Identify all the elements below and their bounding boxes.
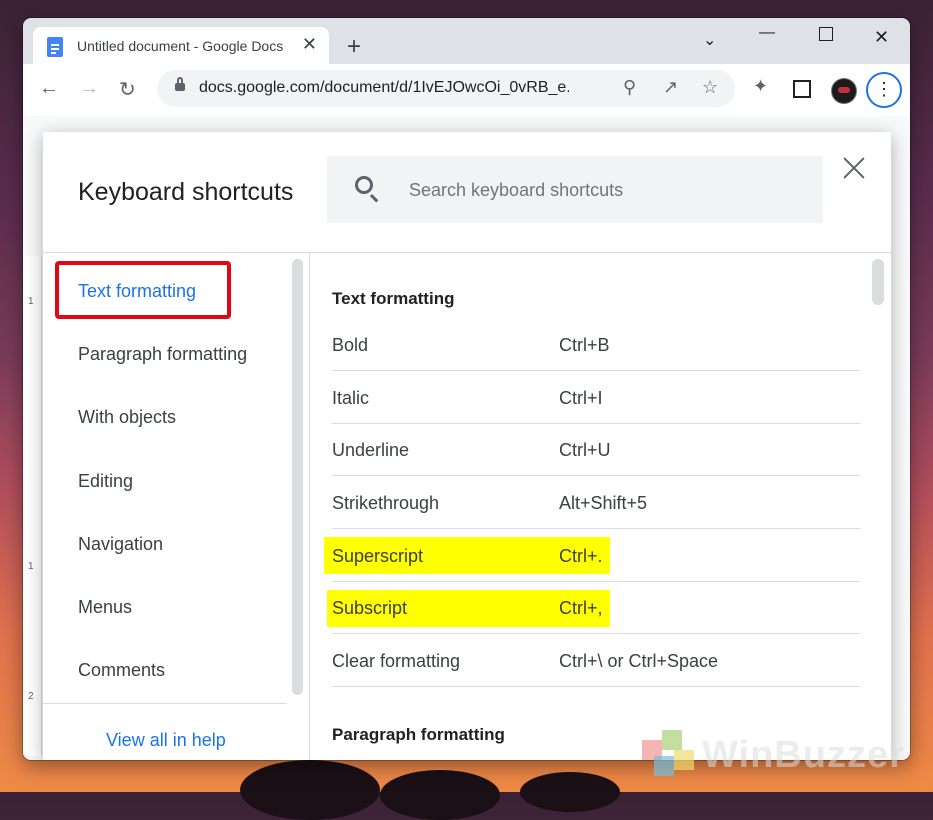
- vertical-ruler: 1 1 2: [23, 256, 42, 756]
- palm-silhouette: [520, 772, 620, 812]
- shortcut-name: Underline: [332, 440, 410, 460]
- shortcut-row: Superscript Ctrl+.: [332, 530, 860, 582]
- shortcut-name: Bold: [332, 335, 369, 355]
- close-tab-icon[interactable]: ✕: [302, 34, 317, 55]
- category-text-formatting[interactable]: Text formatting: [78, 281, 196, 302]
- shortcut-row: Underline Ctrl+U: [332, 424, 860, 476]
- ruler-mark: 1: [28, 561, 34, 572]
- url-text: docs.google.com/document/d/1IvEJOwcOi_0v…: [199, 79, 569, 96]
- logo-cube: [674, 750, 694, 770]
- shortcut-keys: Ctrl+.: [559, 546, 603, 566]
- tab-docs[interactable]: Untitled document - Google Docs ✕: [33, 27, 329, 64]
- new-tab-button[interactable]: +: [347, 35, 361, 59]
- google-docs-icon: [47, 37, 63, 57]
- logo-cube: [654, 756, 674, 776]
- category-paragraph-formatting[interactable]: Paragraph formatting: [78, 344, 247, 365]
- shortcut-name: Superscript: [332, 546, 424, 566]
- shortcut-name: Italic: [332, 388, 370, 408]
- search-input[interactable]: [407, 174, 811, 206]
- ruler-mark: 1: [28, 296, 34, 307]
- category-with-objects[interactable]: With objects: [78, 407, 176, 428]
- minimize-button[interactable]: —: [759, 24, 775, 42]
- lock-icon: [175, 77, 185, 91]
- shortcut-keys: Ctrl+\ or Ctrl+Space: [559, 651, 719, 671]
- logo-cube: [662, 730, 682, 750]
- share-icon[interactable]: ↗: [663, 77, 678, 98]
- address-bar[interactable]: docs.google.com/document/d/1IvEJOwcOi_0v…: [157, 70, 735, 107]
- reload-icon[interactable]: ↻: [119, 77, 136, 102]
- section-title: Text formatting: [332, 289, 455, 308]
- shortcut-row: Italic Ctrl+I: [332, 372, 860, 424]
- shortcut-keys: Ctrl+I: [559, 388, 603, 408]
- shortcut-row: Clear formatting Ctrl+\ or Ctrl+Space: [332, 635, 860, 687]
- divider: [332, 686, 860, 687]
- palm-silhouette: [380, 770, 500, 820]
- side-panel-icon[interactable]: [793, 80, 811, 98]
- tab-strip: Untitled document - Google Docs ✕ + ⌄ — …: [23, 18, 910, 64]
- category-navigation[interactable]: Navigation: [78, 534, 163, 555]
- more-menu-icon[interactable]: ⋮: [866, 72, 902, 108]
- palm-silhouette: [240, 760, 380, 820]
- shortcut-keys: Ctrl+U: [559, 440, 611, 460]
- close-icon[interactable]: [842, 156, 866, 180]
- ruler-mark: 2: [28, 691, 34, 702]
- winbuzzer-watermark: WinBuzzer: [632, 726, 922, 784]
- browser-window: Untitled document - Google Docs ✕ + ⌄ — …: [23, 18, 910, 760]
- shortcut-keys: Ctrl+,: [559, 598, 603, 618]
- divider: [332, 528, 860, 529]
- category-menus[interactable]: Menus: [78, 597, 132, 618]
- divider: [43, 703, 287, 704]
- shortcut-keys: Ctrl+B: [559, 335, 610, 355]
- search-box[interactable]: [327, 156, 823, 223]
- shortcut-categories: Text formatting Paragraph formatting Wit…: [43, 253, 309, 760]
- view-all-link[interactable]: View all in help: [106, 730, 226, 751]
- chevron-down-icon[interactable]: ⌄: [703, 30, 716, 50]
- tab-title: Untitled document - Google Docs: [77, 38, 284, 54]
- watermark-text: WinBuzzer: [702, 734, 905, 776]
- back-icon[interactable]: ←: [39, 77, 59, 100]
- section-title: Paragraph formatting: [332, 725, 505, 744]
- shortcut-row: Subscript Ctrl+,: [332, 582, 860, 634]
- shortcut-name: Subscript: [332, 598, 408, 618]
- shortcut-name: Strikethrough: [332, 493, 440, 513]
- avatar[interactable]: [831, 78, 857, 104]
- zoom-icon[interactable]: ⚲: [623, 77, 636, 98]
- bookmark-star-icon[interactable]: ☆: [702, 77, 718, 98]
- divider: [332, 633, 860, 634]
- shortcut-name: Clear formatting: [332, 651, 461, 671]
- search-icon: [355, 176, 373, 194]
- category-editing[interactable]: Editing: [78, 471, 133, 492]
- browser-toolbar: ← → ↻ docs.google.com/document/d/1IvEJOw…: [23, 64, 910, 116]
- maximize-button[interactable]: [819, 27, 833, 41]
- close-window-button[interactable]: ✕: [874, 27, 889, 48]
- shortcut-row: Bold Ctrl+B: [332, 319, 860, 371]
- divider: [332, 475, 860, 476]
- extensions-icon[interactable]: ✦: [753, 76, 768, 97]
- shortcut-keys: Alt+Shift+5: [559, 493, 648, 513]
- scrollbar[interactable]: [292, 259, 303, 695]
- shortcut-row: Strikethrough Alt+Shift+5: [332, 477, 860, 529]
- category-comments[interactable]: Comments: [78, 660, 165, 681]
- dialog-title: Keyboard shortcuts: [78, 178, 294, 206]
- scrollbar[interactable]: [872, 259, 884, 305]
- forward-icon[interactable]: →: [79, 77, 99, 100]
- shortcut-list: Text formatting Bold Ctrl+B Italic Ctrl+…: [310, 253, 891, 760]
- divider: [332, 370, 860, 371]
- keyboard-shortcuts-dialog: Keyboard shortcuts Text formatting Parag…: [43, 132, 891, 760]
